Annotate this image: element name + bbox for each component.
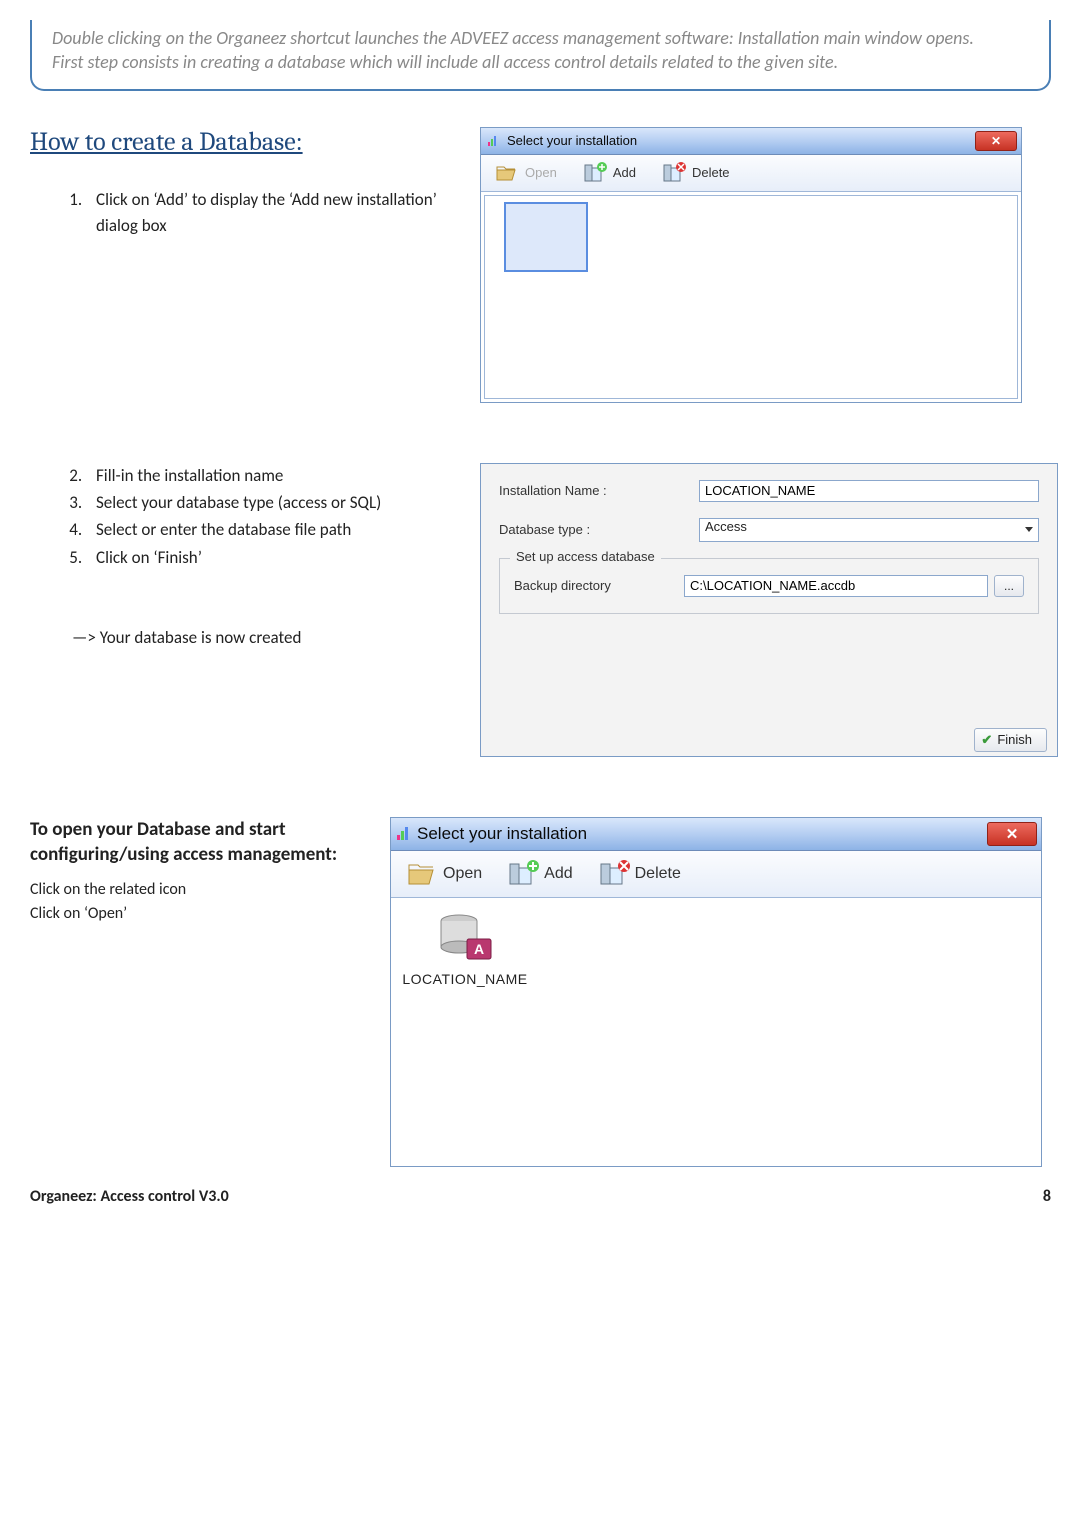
toolbar-add-label: Add [544, 865, 572, 883]
dialog-title: Select your installation [417, 824, 987, 844]
toolbar-open[interactable]: Open [399, 856, 488, 892]
toolbar-delete[interactable]: Delete [654, 158, 736, 188]
installation-list[interactable]: A LOCATION_NAME [394, 901, 1038, 1163]
toolbar-delete-label: Delete [635, 865, 681, 883]
add-installation-form: Installation Name : Database type : Acce… [480, 463, 1058, 757]
toolbar-open[interactable]: Open [487, 158, 563, 188]
list-item-empty-selected[interactable] [491, 202, 601, 276]
page-footer: Organeez: Access control V3.0 8 [30, 1187, 1051, 1206]
fieldset-legend: Set up access database [510, 549, 661, 564]
open-line-2: Click on ‘Open’ [30, 902, 370, 926]
label-installation-name: Installation Name : [499, 483, 699, 498]
browse-label: ... [1004, 579, 1014, 593]
finish-button[interactable]: ✔ Finish [974, 728, 1047, 752]
select-database-type[interactable]: Access [699, 518, 1039, 542]
step-5: Click on ‘Finish’ [86, 545, 460, 571]
close-button[interactable]: ✕ [987, 822, 1037, 846]
dialog-titlebar: Select your installation ✕ [391, 818, 1041, 851]
result-text: —> Your database is now created [72, 627, 460, 648]
add-icon [581, 160, 609, 186]
list-item-label: LOCATION_NAME [400, 971, 530, 987]
select-installation-dialog-2: Select your installation ✕ Open Add [390, 817, 1042, 1167]
toolbar-add[interactable]: Add [575, 158, 642, 188]
close-button[interactable]: ✕ [975, 131, 1017, 151]
toolbar-add-label: Add [613, 165, 636, 180]
add-icon [506, 858, 540, 890]
step-2: Fill-in the installation name [86, 463, 460, 489]
dialog-toolbar: Open Add Delete [481, 155, 1021, 192]
toolbar-add[interactable]: Add [500, 856, 578, 892]
app-icon [485, 133, 501, 149]
installation-list[interactable] [484, 195, 1018, 399]
delete-icon [660, 160, 688, 186]
input-installation-name[interactable] [699, 480, 1039, 502]
list-item-location[interactable]: A LOCATION_NAME [400, 907, 530, 987]
app-icon [395, 826, 411, 842]
finish-label: Finish [997, 732, 1032, 747]
label-backup-dir: Backup directory [514, 578, 684, 593]
delete-icon [597, 858, 631, 890]
step-4: Select or enter the database file path [86, 517, 460, 543]
dialog-title: Select your installation [507, 133, 975, 148]
dialog-body: A LOCATION_NAME [391, 898, 1041, 1166]
step-3: Select your database type (access or SQL… [86, 490, 460, 516]
toolbar-delete[interactable]: Delete [591, 856, 687, 892]
step-1: Click on ‘Add’ to display the ‘Add new i… [86, 187, 460, 240]
intro-line-1: Double clicking on the Organeez shortcut… [52, 26, 1029, 50]
open-icon [405, 858, 439, 890]
input-backup-dir[interactable] [684, 575, 988, 597]
steps-list-a: Click on ‘Add’ to display the ‘Add new i… [30, 187, 460, 240]
access-db-fieldset: Set up access database Backup directory … [499, 558, 1039, 614]
open-heading: To open your Database and start configur… [30, 817, 370, 868]
open-line-1: Click on the related icon [30, 878, 370, 902]
intro-line-2: First step consists in creating a databa… [52, 50, 1029, 74]
dialog-titlebar: Select your installation ✕ [481, 128, 1021, 155]
toolbar-open-label: Open [443, 865, 482, 883]
dialog-toolbar: Open Add Delete [391, 851, 1041, 898]
svg-text:A: A [474, 941, 484, 957]
chevron-down-icon [1025, 527, 1033, 532]
section-heading: How to create a Database: [30, 127, 460, 157]
select-installation-dialog-1: Select your installation ✕ Open Add [480, 127, 1022, 403]
browse-button[interactable]: ... [994, 575, 1024, 597]
database-icon: A [435, 907, 495, 967]
toolbar-delete-label: Delete [692, 165, 730, 180]
select-value: Access [705, 519, 747, 534]
footer-left: Organeez: Access control V3.0 [30, 1187, 229, 1206]
steps-list-b: Fill-in the installation name Select you… [30, 463, 460, 571]
check-icon: ✔ [981, 732, 992, 748]
toolbar-open-label: Open [525, 165, 557, 180]
label-database-type: Database type : [499, 522, 699, 537]
placeholder-thumb [504, 202, 588, 272]
footer-page-number: 8 [1043, 1187, 1051, 1206]
dialog-body [481, 192, 1021, 402]
open-icon [493, 160, 521, 186]
intro-callout: Double clicking on the Organeez shortcut… [30, 20, 1051, 91]
